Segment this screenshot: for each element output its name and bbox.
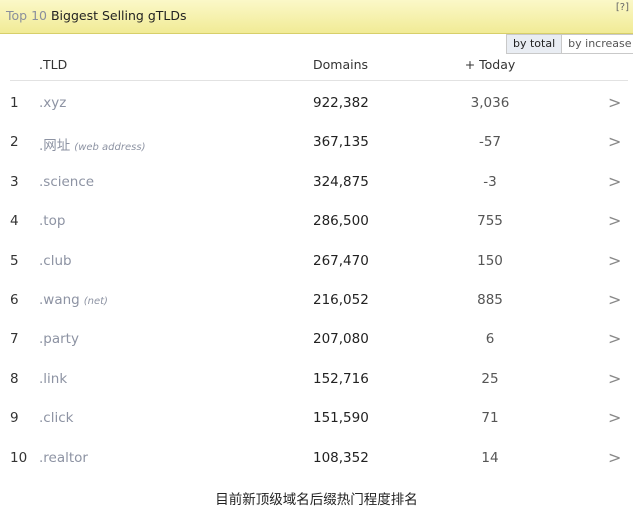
row-tld: .science (39, 174, 94, 190)
row-rank: 6 (10, 292, 19, 308)
tld-name[interactable]: .click (39, 410, 73, 426)
tld-name[interactable]: .wang (39, 292, 80, 308)
chevron-right-icon[interactable]: > (608, 251, 621, 270)
title-prefix: Top 10 (6, 8, 47, 23)
row-today: -3 (483, 173, 497, 190)
tld-name[interactable]: .club (39, 253, 72, 269)
title-main: Biggest Selling gTLDs (50, 8, 187, 23)
tld-name[interactable]: .top (39, 213, 65, 229)
row-rank: 10 (10, 449, 28, 466)
sort-toggle: by total by increase (506, 34, 633, 54)
row-domains: 922,382 (313, 95, 369, 111)
row-today: 150 (477, 252, 503, 269)
row-today: 755 (477, 213, 503, 230)
help-link[interactable]: [?] (616, 2, 629, 13)
tld-name[interactable]: .link (39, 371, 67, 387)
row-tld: .club (39, 253, 72, 269)
chevron-right-icon[interactable]: > (608, 211, 621, 230)
chevron-right-icon[interactable]: > (608, 93, 621, 112)
column-header-tld: .TLD (39, 57, 68, 72)
widget-titlebar: Top 10 Biggest Selling gTLDs [?] (0, 0, 633, 34)
table-row[interactable]: 9 .click 151,590 71 > (0, 398, 633, 438)
column-header-domains: Domains (313, 57, 369, 72)
row-domains: 367,135 (313, 134, 369, 151)
table-row[interactable]: 7 .party 207,080 6 > (0, 319, 633, 359)
gtld-widget: Top 10 Biggest Selling gTLDs [?] by tota… (0, 0, 633, 478)
row-rank: 2 (10, 134, 19, 151)
chevron-right-icon[interactable]: > (608, 172, 621, 191)
row-tld: .top (39, 213, 65, 229)
chevron-right-icon[interactable]: > (608, 369, 621, 388)
chevron-right-icon[interactable]: > (608, 132, 621, 151)
table-row[interactable]: 3 .science 324,875 -3 > (0, 162, 633, 202)
widget-title: Top 10 Biggest Selling gTLDs (6, 8, 187, 23)
row-rank: 3 (10, 173, 19, 190)
caption: 目前新顶级域名后缀热门程度排名 (215, 492, 418, 508)
row-rank: 1 (10, 95, 19, 111)
row-today: -57 (478, 134, 502, 151)
row-today: 885 (477, 292, 503, 308)
row-rank: 8 (10, 370, 19, 387)
row-today: 6 (485, 331, 495, 348)
table-row[interactable]: 10 .realtor 108,352 14 > (0, 438, 633, 478)
row-rank: 5 (10, 252, 19, 269)
row-tld: .xyz (39, 95, 66, 111)
chevron-right-icon[interactable]: > (608, 290, 621, 309)
row-domains: 108,352 (313, 449, 369, 466)
table-row[interactable]: 8 .link 152,716 25 > (0, 359, 633, 399)
header-divider (10, 80, 628, 81)
row-rank: 7 (10, 331, 19, 348)
tld-name[interactable]: .party (39, 331, 79, 347)
column-header-today: + Today (464, 57, 516, 72)
table-row[interactable]: 5 .club 267,470 150 > (0, 241, 633, 281)
table-row[interactable]: 4 .top 286,500 755 > (0, 201, 633, 241)
row-domains: 267,470 (313, 252, 369, 269)
row-domains: 151,590 (313, 410, 369, 427)
by-increase-button[interactable]: by increase (562, 35, 633, 53)
row-today: 3,036 (470, 95, 510, 111)
tld-name[interactable]: .网址 (39, 138, 70, 154)
row-rank: 4 (10, 213, 19, 230)
chevron-right-icon[interactable]: > (608, 329, 621, 348)
tld-name[interactable]: .xyz (39, 95, 66, 111)
row-today: 25 (481, 370, 499, 387)
row-domains: 286,500 (313, 213, 369, 230)
row-domains: 324,875 (313, 173, 369, 190)
table-row[interactable]: 1 .xyz 922,382 3,036 > (0, 83, 633, 123)
row-today: 71 (481, 410, 499, 427)
row-domains: 216,052 (313, 292, 369, 308)
row-tld: .click (39, 410, 73, 426)
chevron-right-icon[interactable]: > (608, 408, 621, 427)
chevron-right-icon[interactable]: > (608, 448, 621, 467)
row-tld: .link (39, 371, 67, 387)
row-tld: .realtor (39, 450, 88, 466)
table-row[interactable]: 6 .wang (net) 216,052 885 > (0, 280, 633, 320)
row-today: 14 (481, 449, 499, 466)
tld-name[interactable]: .realtor (39, 450, 88, 466)
row-domains: 207,080 (313, 331, 369, 348)
table-row[interactable]: 2 .网址 (web address) 367,135 -57 > (0, 122, 633, 162)
by-total-button[interactable]: by total (507, 35, 563, 53)
row-domains: 152,716 (313, 370, 369, 387)
tld-name[interactable]: .science (39, 174, 94, 190)
tld-note: (net) (83, 296, 108, 307)
tld-note: (web address) (74, 142, 146, 154)
row-tld: .party (39, 331, 79, 347)
row-tld: .网址 (web address) (39, 134, 145, 154)
row-rank: 9 (10, 410, 19, 427)
row-tld: .wang (net) (39, 292, 108, 308)
